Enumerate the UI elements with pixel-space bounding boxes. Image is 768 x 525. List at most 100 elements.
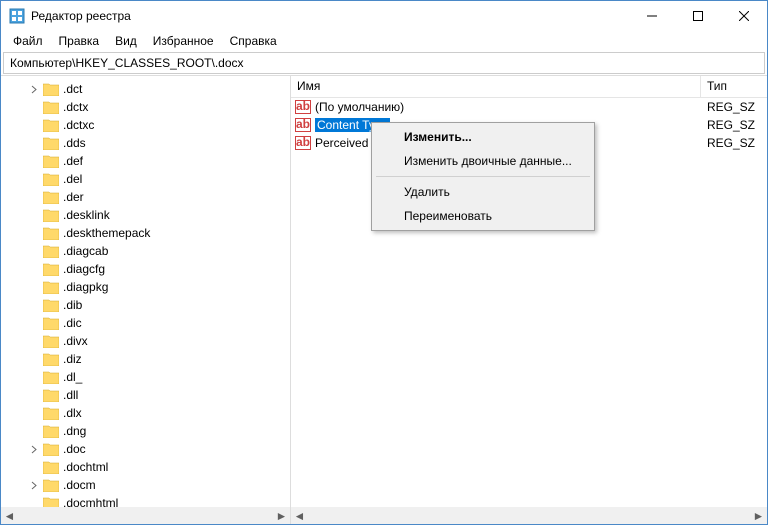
tree-item[interactable]: .dlx	[1, 404, 290, 422]
tree-item-label: .dl_	[63, 370, 82, 384]
menu-help[interactable]: Справка	[222, 32, 285, 50]
minimize-button[interactable]	[629, 1, 675, 31]
folder-icon	[43, 281, 59, 294]
tree-item-label: .dds	[63, 136, 86, 150]
ctx-delete[interactable]: Удалить	[374, 180, 592, 204]
scroll-left-icon[interactable]: ◄	[291, 507, 308, 524]
svg-text:ab: ab	[296, 100, 310, 113]
folder-icon	[43, 209, 59, 222]
tree-item[interactable]: .dctxc	[1, 116, 290, 134]
expand-icon[interactable]	[29, 480, 40, 491]
tree-item-label: .dctx	[63, 100, 88, 114]
folder-icon	[43, 245, 59, 258]
tree-item[interactable]: .dll	[1, 386, 290, 404]
value-name: Perceived	[315, 136, 368, 150]
tree-item[interactable]: .dds	[1, 134, 290, 152]
tree-item[interactable]: .dng	[1, 422, 290, 440]
folder-icon	[43, 317, 59, 330]
tree-item-label: .dng	[63, 424, 86, 438]
tree-item-label: .dctxc	[63, 118, 94, 132]
folder-icon	[43, 443, 59, 456]
tree-item-label: .dic	[63, 316, 82, 330]
expand-icon[interactable]	[29, 444, 40, 455]
tree-item[interactable]: .dl_	[1, 368, 290, 386]
tree-item-label: .der	[63, 190, 84, 204]
tree-item[interactable]: .diz	[1, 350, 290, 368]
tree-item-label: .desklink	[63, 208, 110, 222]
tree-item[interactable]: .divx	[1, 332, 290, 350]
tree-item[interactable]: .diagpkg	[1, 278, 290, 296]
folder-icon	[43, 191, 59, 204]
value-name: (По умолчанию)	[315, 100, 404, 114]
tree-item[interactable]: .desklink	[1, 206, 290, 224]
tree-item-label: .docmhtml	[63, 496, 118, 507]
tree-item-label: .doc	[63, 442, 86, 456]
tree-item[interactable]: .diagcab	[1, 242, 290, 260]
tree-item[interactable]: .dochtml	[1, 458, 290, 476]
list-body[interactable]: ab (По умолчанию) REG_SZ ab Content Type…	[291, 98, 767, 507]
menu-edit[interactable]: Правка	[51, 32, 108, 50]
folder-icon	[43, 407, 59, 420]
list-pane: Имя Тип ab (По умолчанию) REG_SZ ab Cont…	[291, 76, 767, 507]
tree-item[interactable]: .der	[1, 188, 290, 206]
tree-item-label: .def	[63, 154, 83, 168]
tree-item-label: .diagcab	[63, 244, 108, 258]
ctx-rename[interactable]: Переименовать	[374, 204, 592, 228]
scroll-right-icon[interactable]: ►	[750, 507, 767, 524]
scroll-right-icon[interactable]: ►	[273, 507, 290, 524]
tree-item-label: .diz	[63, 352, 82, 366]
ctx-modify-binary[interactable]: Изменить двоичные данные...	[374, 149, 592, 173]
tree-item-label: .del	[63, 172, 82, 186]
list-row[interactable]: ab (По умолчанию) REG_SZ	[291, 98, 767, 116]
folder-icon	[43, 155, 59, 168]
menu-favorites[interactable]: Избранное	[145, 32, 222, 50]
tree-item[interactable]: .deskthemepack	[1, 224, 290, 242]
column-type[interactable]: Тип	[701, 76, 767, 97]
tree-item[interactable]: .docmhtml	[1, 494, 290, 507]
list-hscroll[interactable]: ◄ ►	[291, 507, 767, 524]
folder-icon	[43, 83, 59, 96]
tree-item-label: .docm	[63, 478, 96, 492]
folder-icon	[43, 101, 59, 114]
tree-item-label: .diagcfg	[63, 262, 105, 276]
maximize-button[interactable]	[675, 1, 721, 31]
folder-icon	[43, 263, 59, 276]
window-buttons	[629, 1, 767, 31]
string-value-icon: ab	[295, 136, 311, 150]
tree-hscroll[interactable]: ◄ ►	[1, 507, 291, 524]
tree-item[interactable]: .docm	[1, 476, 290, 494]
tree-item-label: .diagpkg	[63, 280, 108, 294]
folder-icon	[43, 461, 59, 474]
folder-icon	[43, 119, 59, 132]
tree-item-label: .dochtml	[63, 460, 108, 474]
close-button[interactable]	[721, 1, 767, 31]
tree-item-label: .dlx	[63, 406, 82, 420]
list-header: Имя Тип	[291, 76, 767, 98]
ctx-modify[interactable]: Изменить...	[374, 125, 592, 149]
tree-item[interactable]: .del	[1, 170, 290, 188]
tree-item[interactable]: .def	[1, 152, 290, 170]
menu-view[interactable]: Вид	[107, 32, 145, 50]
folder-icon	[43, 479, 59, 492]
value-type: REG_SZ	[707, 136, 767, 150]
tree-pane[interactable]: .dct .dctx .dctxc .dds .def .del .der .desklink…	[1, 76, 291, 507]
address-bar[interactable]: Компьютер\HKEY_CLASSES_ROOT\.docx	[3, 52, 765, 74]
ctx-separator	[376, 176, 590, 177]
window-title: Редактор реестра	[31, 9, 629, 23]
folder-icon	[43, 335, 59, 348]
expand-icon[interactable]	[29, 84, 40, 95]
column-name[interactable]: Имя	[291, 76, 701, 97]
tree-item[interactable]: .dctx	[1, 98, 290, 116]
address-text: Компьютер\HKEY_CLASSES_ROOT\.docx	[10, 56, 244, 70]
menu-file[interactable]: Файл	[5, 32, 51, 50]
folder-icon	[43, 137, 59, 150]
tree-item[interactable]: .doc	[1, 440, 290, 458]
tree-item[interactable]: .dic	[1, 314, 290, 332]
scroll-left-icon[interactable]: ◄	[1, 507, 18, 524]
bottom-scrollbars: ◄ ► ◄ ►	[1, 507, 767, 524]
tree-item[interactable]: .dib	[1, 296, 290, 314]
tree-item[interactable]: .dct	[1, 80, 290, 98]
folder-icon	[43, 353, 59, 366]
folder-icon	[43, 497, 59, 508]
tree-item[interactable]: .diagcfg	[1, 260, 290, 278]
